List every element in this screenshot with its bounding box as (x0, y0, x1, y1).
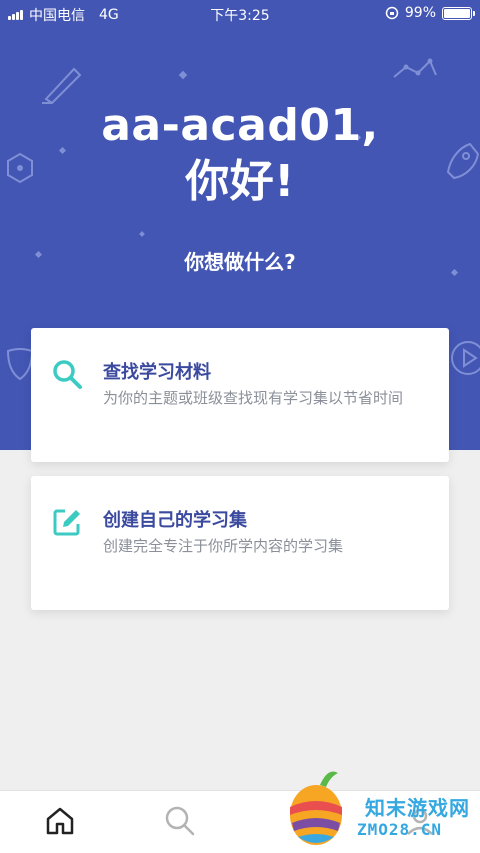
battery-percent: 99% (404, 5, 436, 21)
status-bar: 中国电信 4G 下午3:25 99% (0, 0, 480, 28)
greeting-name: aa-acad01, (101, 100, 379, 151)
card-description: 为你的主题或班级查找现有学习集以节省时间 (103, 389, 404, 407)
battery-fill (444, 8, 470, 18)
home-icon (46, 807, 74, 835)
orientation-lock-icon (385, 6, 399, 20)
edit-icon (53, 509, 80, 536)
search-icon (53, 360, 82, 389)
film-doodle-icon (451, 341, 480, 375)
card-title: 创建自己的学习集 (103, 510, 247, 531)
battery-icon (442, 6, 475, 20)
create-set-card[interactable]: 创建自己的学习集 创建完全专注于你所学内容的学习集 (31, 476, 449, 610)
nav-home[interactable] (40, 801, 80, 841)
sparkle-icon (178, 70, 188, 80)
greeting-hello: 你好! (185, 156, 295, 207)
greeting: aa-acad01, 你好! (0, 98, 480, 210)
question-text: 你想做什么? (184, 250, 296, 274)
sparkle-icon (139, 231, 145, 237)
status-right: 99% (385, 5, 475, 21)
watermark-url: ZMO28.CN (357, 820, 443, 839)
watermark-text: 知末游戏网 (365, 796, 470, 820)
nav-search[interactable] (160, 801, 200, 841)
card-description: 创建完全专注于你所学内容的学习集 (103, 537, 344, 555)
find-materials-card[interactable]: 查找学习材料 为你的主题或班级查找现有学习集以节省时间 (31, 328, 449, 462)
constellation-doodle-icon (393, 58, 437, 78)
card-title: 查找学习材料 (103, 362, 211, 383)
search-icon (165, 806, 195, 836)
